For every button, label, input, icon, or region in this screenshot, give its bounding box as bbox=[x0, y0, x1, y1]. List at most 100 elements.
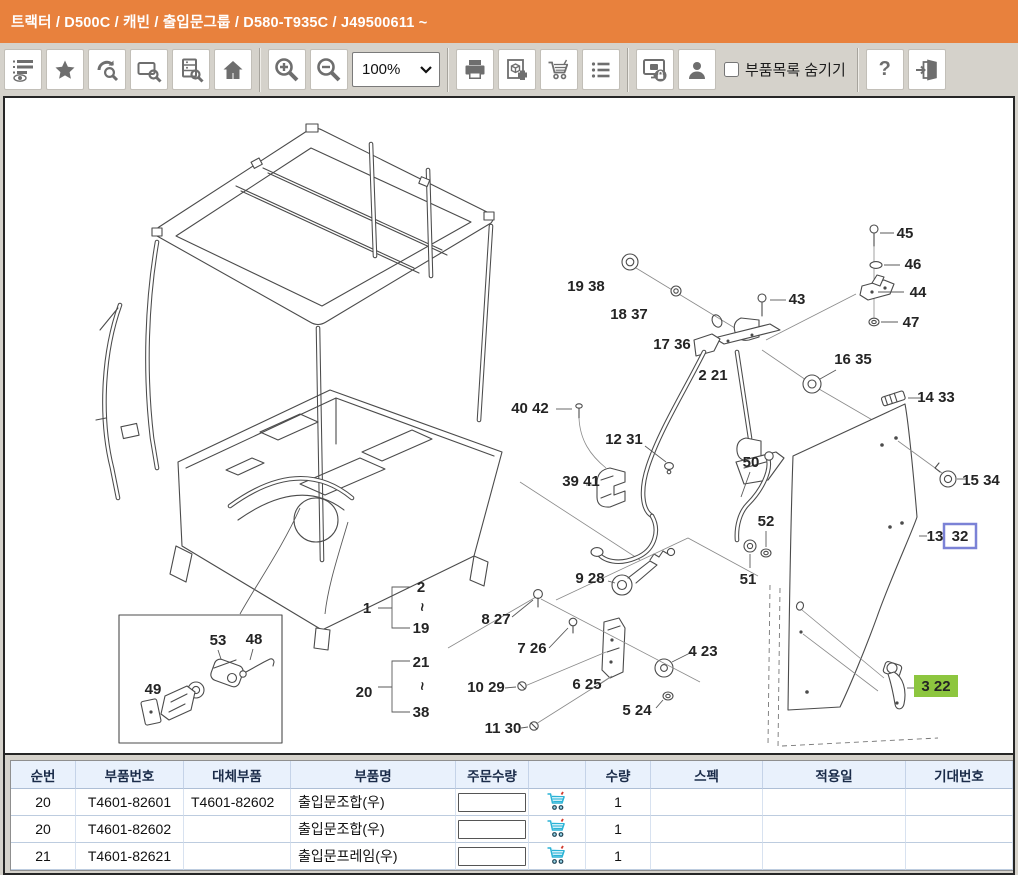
range-tilde: ~ bbox=[413, 603, 430, 612]
zoom-in-icon bbox=[273, 56, 301, 84]
zoom-in-button[interactable] bbox=[268, 49, 306, 90]
callout-48[interactable]: 48 bbox=[246, 631, 263, 648]
callout-15-34[interactable]: 15 34 bbox=[962, 472, 1000, 489]
callout-17-36[interactable]: 17 36 bbox=[653, 336, 691, 353]
catalog-search-button[interactable] bbox=[172, 49, 210, 90]
table-row-cell-serial bbox=[906, 843, 1013, 870]
col-header-spec: 스펙 bbox=[651, 761, 763, 789]
zoom-level-value: 100% bbox=[362, 61, 400, 78]
toolbar-separator bbox=[627, 48, 629, 92]
breadcrumb[interactable]: 트랙터 / D500C / 캐빈 / 출입문그룹 / D580-T935C / … bbox=[11, 11, 427, 32]
zoom-out-button[interactable] bbox=[310, 49, 348, 90]
order-list-button[interactable] bbox=[582, 49, 620, 90]
home-icon bbox=[221, 58, 245, 82]
col-header-alt-part: 대체부품 bbox=[184, 761, 291, 789]
table-row-cell-spec bbox=[651, 816, 763, 843]
order-qty-input[interactable] bbox=[458, 820, 526, 839]
cart-icon bbox=[546, 57, 572, 83]
table-row-cell-qty: 1 bbox=[586, 816, 651, 843]
callout-47[interactable]: 47 bbox=[903, 314, 920, 331]
callout-13[interactable]: 13 bbox=[927, 528, 944, 545]
favorites-star-icon bbox=[53, 58, 77, 82]
table-row-cell-apply-date bbox=[763, 816, 906, 843]
table-row-cell-apply-date bbox=[763, 843, 906, 870]
parts-table: 순번 부품번호 대체부품 부품명 주문수량 수량 스펙 적용일 기대번호 20 … bbox=[10, 760, 1013, 871]
group-brackets bbox=[378, 587, 410, 712]
hide-parts-option: 부품목록 숨기기 bbox=[724, 59, 846, 80]
callout-10-29[interactable]: 10 29 bbox=[467, 679, 505, 696]
print-icon bbox=[462, 57, 488, 83]
callout-51[interactable]: 51 bbox=[740, 571, 757, 588]
screen-search-button[interactable] bbox=[130, 49, 168, 90]
callout-44[interactable]: 44 bbox=[910, 284, 927, 301]
exit-icon bbox=[914, 57, 940, 83]
toolbar-separator bbox=[447, 48, 449, 92]
hide-parts-checkbox[interactable] bbox=[724, 62, 739, 77]
table-row-cell-spec bbox=[651, 789, 763, 816]
table-row-cell-alt-part[interactable]: T4601-82602 bbox=[184, 789, 291, 816]
callout-6-25[interactable]: 6 25 bbox=[572, 676, 601, 693]
print-preview-button[interactable] bbox=[498, 49, 536, 90]
callout-50[interactable]: 50 bbox=[743, 454, 760, 471]
callout-45[interactable]: 45 bbox=[897, 225, 914, 242]
zoom-level-select[interactable]: 100% bbox=[352, 52, 440, 87]
callout-16-35[interactable]: 16 35 bbox=[834, 351, 872, 368]
callout-1[interactable]: 1 bbox=[363, 600, 371, 617]
order-qty-input[interactable] bbox=[458, 847, 526, 866]
callout-53[interactable]: 53 bbox=[210, 632, 227, 649]
callout-46[interactable]: 46 bbox=[905, 256, 922, 273]
print-button[interactable] bbox=[456, 49, 494, 90]
add-to-cart-icon[interactable] bbox=[546, 791, 568, 814]
callout-3-22-highlighted[interactable]: 3 22 bbox=[921, 678, 950, 695]
callout-43[interactable]: 43 bbox=[789, 291, 806, 308]
table-row-cell-seq: 21 bbox=[11, 843, 76, 870]
cart-button[interactable] bbox=[540, 49, 578, 90]
callout-4-23[interactable]: 4 23 bbox=[688, 643, 717, 660]
parts-list-toggle-button[interactable] bbox=[4, 49, 42, 90]
table-row-cell-part-name: 출입문조합(우) bbox=[291, 789, 456, 816]
refresh-search-icon bbox=[94, 57, 120, 83]
callout-20[interactable]: 20 bbox=[356, 684, 373, 701]
callout-7-26[interactable]: 7 26 bbox=[517, 640, 546, 657]
table-row-cell-part-no[interactable]: T4601-82601 bbox=[76, 789, 184, 816]
callout-32-selected[interactable]: 32 bbox=[952, 528, 969, 545]
callout-19-38[interactable]: 19 38 bbox=[567, 278, 605, 295]
table-row-cell-part-no[interactable]: T4601-82621 bbox=[76, 843, 184, 870]
screen-search-icon bbox=[136, 57, 162, 83]
hide-parts-label: 부품목록 숨기기 bbox=[745, 59, 846, 80]
callout-11-30[interactable]: 11 30 bbox=[485, 720, 522, 737]
callout-14-33[interactable]: 14 33 bbox=[917, 389, 955, 406]
table-row-cell-qty: 1 bbox=[586, 789, 651, 816]
help-button[interactable]: ? bbox=[866, 49, 904, 90]
add-to-cart-icon[interactable] bbox=[546, 845, 568, 868]
cab-frame-art bbox=[96, 124, 640, 650]
toolbar-separator bbox=[259, 48, 261, 92]
callout-12-31[interactable]: 12 31 bbox=[605, 431, 643, 448]
col-header-serial: 기대번호 bbox=[906, 761, 1013, 789]
callout-18-37[interactable]: 18 37 bbox=[610, 306, 648, 323]
screen-lock-icon bbox=[641, 56, 669, 84]
home-button[interactable] bbox=[214, 49, 252, 90]
user-button[interactable] bbox=[678, 49, 716, 90]
table-row-cell-part-no[interactable]: T4601-82602 bbox=[76, 816, 184, 843]
order-qty-input[interactable] bbox=[458, 793, 526, 812]
exit-button[interactable] bbox=[908, 49, 946, 90]
diagram-canvas[interactable]: 45 46 44 47 43 19 38 18 37 17 36 2 21 16… bbox=[5, 98, 1013, 753]
col-header-part-name: 부품명 bbox=[291, 761, 456, 789]
refresh-search-button[interactable] bbox=[88, 49, 126, 90]
breadcrumb-bar: 트랙터 / D500C / 캐빈 / 출입문그룹 / D580-T935C / … bbox=[0, 0, 1018, 43]
callout-9-28[interactable]: 9 28 bbox=[575, 570, 604, 587]
callout-40-42[interactable]: 40 42 bbox=[511, 400, 549, 417]
table-row-cell-alt-part bbox=[184, 843, 291, 870]
screen-lock-button[interactable] bbox=[636, 49, 674, 90]
add-to-cart-icon[interactable] bbox=[546, 818, 568, 841]
col-header-apply-date: 적용일 bbox=[763, 761, 906, 789]
callout-52[interactable]: 52 bbox=[758, 513, 775, 530]
callout-39-41[interactable]: 39 41 bbox=[562, 473, 600, 490]
content-frame: 45 46 44 47 43 19 38 18 37 17 36 2 21 16… bbox=[3, 96, 1015, 875]
callout-5-24[interactable]: 5 24 bbox=[622, 702, 652, 719]
favorites-button[interactable] bbox=[46, 49, 84, 90]
callout-8-27[interactable]: 8 27 bbox=[481, 611, 510, 628]
callout-2-21[interactable]: 2 21 bbox=[698, 367, 727, 384]
callout-49[interactable]: 49 bbox=[145, 681, 162, 698]
